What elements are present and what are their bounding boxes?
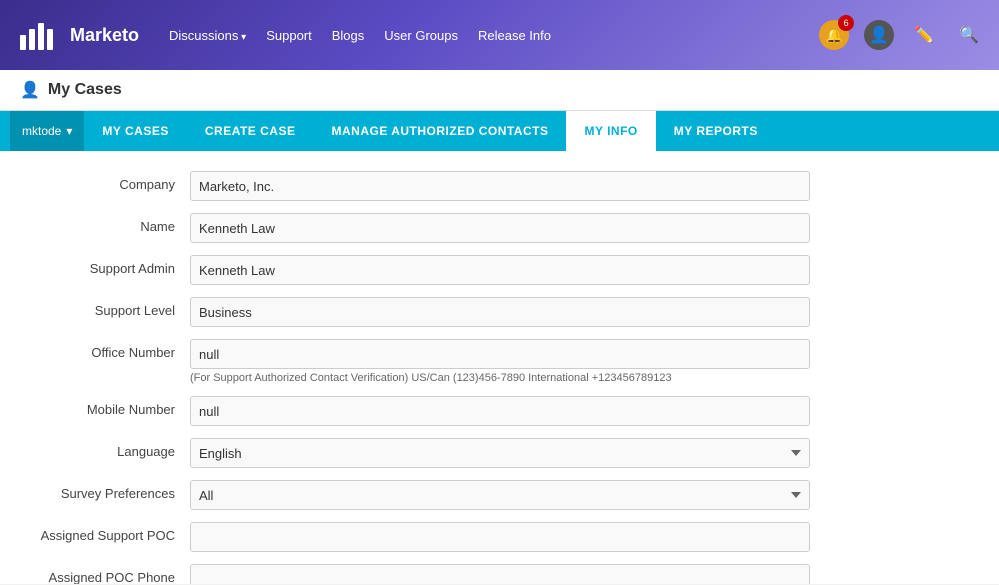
input-name[interactable] (190, 213, 810, 243)
sub-nav-arrow: ▾ (66, 124, 72, 138)
notification-badge: 6 (838, 15, 854, 31)
form-row-poc-phone: Assigned POC Phone (30, 564, 969, 584)
sub-nav-user[interactable]: mktode ▾ (10, 111, 84, 151)
select-survey[interactable]: All None (190, 480, 810, 510)
nav-release-info[interactable]: Release Info (478, 28, 551, 43)
nav-discussions[interactable]: Discussions (169, 28, 246, 43)
form-row-support-admin: Support Admin (30, 255, 969, 285)
label-support-level: Support Level (30, 297, 190, 318)
field-office-number: (For Support Authorized Contact Verifica… (190, 339, 810, 384)
user-avatar-button[interactable]: 👤 (864, 20, 894, 50)
form-row-office-number: Office Number (For Support Authorized Co… (30, 339, 969, 384)
form-row-mobile-number: Mobile Number (30, 396, 969, 426)
label-mobile-number: Mobile Number (30, 396, 190, 417)
marketo-logo (15, 15, 65, 55)
tab-my-reports[interactable]: MY REPORTS (656, 111, 776, 151)
tab-manage-authorized[interactable]: MANAGE AUTHORIZED CONTACTS (313, 111, 566, 151)
field-language: English Japanese French (190, 438, 810, 468)
select-language[interactable]: English Japanese French (190, 438, 810, 468)
page-title: My Cases (48, 81, 122, 99)
office-number-hint: (For Support Authorized Contact Verifica… (190, 372, 810, 384)
form-row-support-level: Support Level (30, 297, 969, 327)
tab-my-cases[interactable]: MY CASES (84, 111, 186, 151)
top-navigation: Marketo Discussions Support Blogs User G… (0, 0, 999, 70)
form-row-survey: Survey Preferences All None (30, 480, 969, 510)
label-support-admin: Support Admin (30, 255, 190, 276)
field-name (190, 213, 810, 243)
input-support-level[interactable] (190, 297, 810, 327)
nav-blogs[interactable]: Blogs (332, 28, 365, 43)
input-support-poc[interactable] (190, 522, 810, 552)
input-company[interactable] (190, 171, 810, 201)
page-title-bar: 👤 My Cases (0, 70, 999, 111)
input-support-admin[interactable] (190, 255, 810, 285)
label-survey: Survey Preferences (30, 480, 190, 501)
form-row-name: Name (30, 213, 969, 243)
field-poc-phone (190, 564, 810, 584)
main-content: Company Name Support Admin Support Level… (0, 151, 999, 584)
nav-support[interactable]: Support (266, 28, 312, 43)
edit-icon-button[interactable]: ✏️ (909, 20, 939, 50)
sub-navigation: mktode ▾ MY CASES CREATE CASE MANAGE AUT… (0, 111, 999, 151)
nav-user-groups[interactable]: User Groups (384, 28, 458, 43)
nav-links: Discussions Support Blogs User Groups Re… (169, 28, 819, 43)
tab-my-info[interactable]: MY INFO (566, 111, 655, 151)
field-support-admin (190, 255, 810, 285)
sub-nav-username: mktode (22, 124, 61, 138)
label-office-number: Office Number (30, 339, 190, 360)
notifications-button[interactable]: 🔔 6 (819, 20, 849, 50)
nav-right: 🔔 6 👤 ✏️ 🔍 (819, 20, 984, 50)
label-support-poc: Assigned Support POC (30, 522, 190, 543)
logo-area[interactable]: Marketo (15, 15, 139, 55)
label-poc-phone: Assigned POC Phone (30, 564, 190, 584)
user-icon: 👤 (20, 80, 40, 100)
label-name: Name (30, 213, 190, 234)
search-button[interactable]: 🔍 (954, 20, 984, 50)
form-row-support-poc: Assigned Support POC (30, 522, 969, 552)
tab-create-case[interactable]: CREATE CASE (187, 111, 314, 151)
form-row-company: Company (30, 171, 969, 201)
input-mobile-number[interactable] (190, 396, 810, 426)
bell-wrapper: 🔔 6 (819, 20, 849, 50)
form-row-language: Language English Japanese French (30, 438, 969, 468)
input-poc-phone[interactable] (190, 564, 810, 584)
field-company (190, 171, 810, 201)
input-office-number[interactable] (190, 339, 810, 369)
brand-name: Marketo (70, 25, 139, 46)
label-language: Language (30, 438, 190, 459)
field-support-poc (190, 522, 810, 552)
field-support-level (190, 297, 810, 327)
field-mobile-number (190, 396, 810, 426)
field-survey: All None (190, 480, 810, 510)
label-company: Company (30, 171, 190, 192)
